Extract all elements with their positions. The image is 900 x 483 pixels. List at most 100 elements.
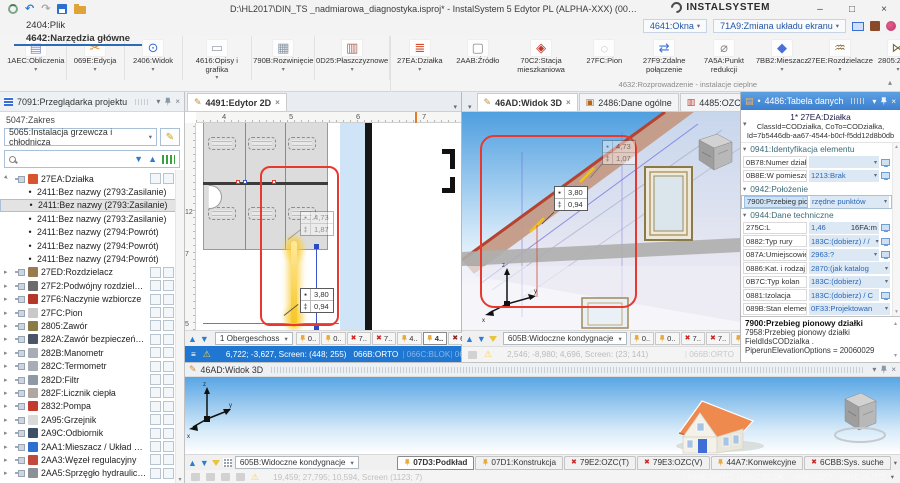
chevron-down-icon[interactable]: ▾ <box>874 251 877 258</box>
property-row[interactable]: ▾ 0882:Typ rury 183C:(dobierz) / / ▾ <box>741 235 892 249</box>
show-in-graphics-button[interactable] <box>150 414 161 425</box>
pin-icon[interactable] <box>15 377 25 383</box>
pin-icon[interactable] <box>15 363 25 369</box>
maximize-button[interactable]: □ <box>836 0 868 18</box>
screen-layout-menu-button[interactable]: 71A9:Zmiana układu ekranu▾ <box>713 19 846 33</box>
tree-item[interactable]: ▸ • 27ED:Rozdzielacz <box>0 266 184 279</box>
scope-select[interactable]: 5065:Instalacja grzewcza i chłodnicza▾ <box>4 128 157 146</box>
monitor-icon[interactable] <box>881 251 890 258</box>
tree-item[interactable]: ▸ • 2411:Bez nazwy (2793:Zasilanie) <box>0 185 184 198</box>
pin-icon[interactable] <box>15 310 25 316</box>
screen-layout-icon[interactable] <box>852 22 864 31</box>
layer-chip[interactable]: ✖ ✖ 4.. <box>397 332 421 345</box>
tree-item[interactable]: ▸ • 2AA3:Węzeł regulacyjny <box>0 453 184 466</box>
section-header[interactable]: ▾ 0942:Położenie <box>743 184 808 194</box>
tree-item[interactable]: ▸ • 2A9C:Odbiornik <box>0 426 184 439</box>
copy-icon[interactable] <box>191 473 200 481</box>
chevron-down-icon[interactable]: ▾ <box>874 172 877 179</box>
chevron-right-icon[interactable]: ▸ <box>4 443 12 451</box>
chevron-down-icon[interactable]: ▾ <box>885 305 888 312</box>
tab-list-icon[interactable]: ▾ <box>464 103 476 111</box>
scroll-down-icon[interactable]: ▾ <box>178 476 181 483</box>
property-value-field[interactable]: 1213:Brak ▾ <box>809 170 879 182</box>
show-in-graphics-button[interactable] <box>150 468 161 479</box>
chevron-right-icon[interactable]: ▸ <box>4 402 12 410</box>
pin-icon[interactable] <box>880 97 887 106</box>
filter-icon[interactable] <box>212 460 220 466</box>
show-in-graphics-button[interactable] <box>150 361 161 372</box>
tree-item[interactable]: ▸ • 2AA5:Sprzęgło hydrauliczne <box>0 467 184 480</box>
warning-icon[interactable]: ⚠ <box>484 349 492 360</box>
mode-toggle[interactable]: 066E:AUTO <box>836 473 884 482</box>
ribbon-button[interactable]: ▦ 790B:Rozwinięcie ▾ <box>252 36 315 80</box>
show-in-graphics-button[interactable] <box>150 401 161 412</box>
floor-up-icon[interactable]: ▲ <box>188 458 197 468</box>
tree-item[interactable]: ▸ • 2411:Bez nazwy (2794:Powrót) <box>0 226 184 239</box>
show-in-graphics-button[interactable] <box>150 173 161 184</box>
locate-element-button[interactable] <box>163 441 174 452</box>
ribbon-button[interactable]: ◈ 70C2:Stacja mieszkaniowa ▾ <box>507 36 576 80</box>
menu-icon[interactable]: ≡ <box>191 350 196 359</box>
search-next-icon[interactable]: ▼ <box>134 154 143 164</box>
section-header[interactable]: ▾ 0944:Dane techniczne <box>743 210 834 220</box>
close-button[interactable]: × <box>868 0 900 18</box>
layer-chip[interactable]: ✖ ✖ 0.. <box>630 332 654 345</box>
close-icon[interactable]: × <box>891 365 896 374</box>
layer-tab[interactable]: ✖ 6CBB:Sys. suche <box>804 456 891 470</box>
chevron-right-icon[interactable]: ▸ <box>4 335 12 343</box>
tree-item[interactable]: ▸ • 2832:Pompa <box>0 400 184 413</box>
panels-icon[interactable] <box>870 21 880 31</box>
tree-item[interactable]: ▸ • 2411:Bez nazwy (2794:Powrót) <box>0 252 184 265</box>
locate-element-button[interactable] <box>163 468 174 479</box>
property-value-field[interactable]: ▾ <box>809 156 879 168</box>
tree-search-box[interactable]: ▼ ▲ <box>4 150 180 168</box>
chevron-down-icon[interactable]: ▾ <box>874 159 877 166</box>
ribbon-button[interactable]: ▭ 4616:Opisy i grafika ▾ <box>183 36 253 80</box>
mode-toggle[interactable]: 066D:SIAT <box>788 473 832 482</box>
app-icon[interactable] <box>8 4 18 14</box>
chevron-down-icon[interactable]: ▾ <box>885 278 888 285</box>
property-row[interactable]: ▾ 0B78:Numer działki ▾ <box>741 156 892 170</box>
properties-scrollbar[interactable]: ▴ ▾ <box>892 143 900 316</box>
pin-icon[interactable] <box>15 296 25 302</box>
chevron-right-icon[interactable]: ▸ <box>4 416 12 424</box>
tree-item[interactable]: ▸ • 27F6:Naczynie wzbiorcze <box>0 293 184 306</box>
chevron-right-icon[interactable]: ▸ <box>4 362 12 370</box>
property-value-field[interactable]: 183C:(dobierz) ▾ <box>809 276 890 288</box>
mode-toggle[interactable]: 066C:BLOK <box>736 473 784 482</box>
chevron-right-icon[interactable]: ▸ <box>4 349 12 357</box>
floor-up-icon[interactable]: ▲ <box>465 334 474 344</box>
monitor-icon[interactable] <box>881 292 890 299</box>
chevron-right-icon[interactable]: ▸ <box>4 376 12 384</box>
chevron-right-icon[interactable]: ▸ <box>4 389 12 397</box>
tree-item[interactable]: ▸ • 282D:Filtr <box>0 373 184 386</box>
chevron-down-icon[interactable]: ▾ <box>885 265 888 272</box>
pin-icon[interactable] <box>15 470 25 476</box>
chevron-down-icon[interactable]: ▾ <box>891 473 894 481</box>
document-tab[interactable]: ✎ 46AD:Widok 3D × <box>477 93 578 111</box>
chevron-right-icon[interactable]: ▸ <box>4 295 12 303</box>
chevron-down-icon[interactable]: ▾ <box>872 365 876 374</box>
tree-item[interactable]: ▸ • 282A:Zawór bezpieczeństwa <box>0 333 184 346</box>
layer-tab[interactable]: ✖ 79E2:OZC(T) <box>564 456 636 470</box>
panel-grip[interactable] <box>135 99 148 105</box>
menu-icon[interactable] <box>236 473 245 481</box>
chevron-down-icon[interactable]: ▾ <box>156 97 160 106</box>
show-in-graphics-button[interactable] <box>150 387 161 398</box>
show-in-graphics-button[interactable] <box>150 454 161 465</box>
locate-element-button[interactable] <box>163 361 174 372</box>
panel-grip[interactable] <box>851 98 864 104</box>
pin-icon[interactable] <box>15 176 25 182</box>
chevron-right-icon[interactable]: ▸ <box>4 309 12 317</box>
close-tab-icon[interactable]: × <box>566 98 571 107</box>
chevron-right-icon[interactable]: ▸ <box>2 173 13 184</box>
layer-chip[interactable]: ✖ ✖ 0.. <box>296 332 320 345</box>
property-row[interactable]: ▾ 0881:Izolacja 183C:(dobierz) / C ▾ <box>741 289 892 303</box>
locate-element-button[interactable] <box>163 320 174 331</box>
chevron-right-icon[interactable]: ▸ <box>4 282 12 290</box>
layer-chip[interactable]: ✖ ✖ 7.. <box>681 332 705 345</box>
document-tab[interactable]: ▥ 4485:OZC × <box>680 93 748 111</box>
storey-icon[interactable] <box>223 458 232 467</box>
layer-tab[interactable]: ✖ 44A7:Konwekcyjne <box>711 456 804 470</box>
chevron-right-icon[interactable]: ▸ <box>4 268 12 276</box>
